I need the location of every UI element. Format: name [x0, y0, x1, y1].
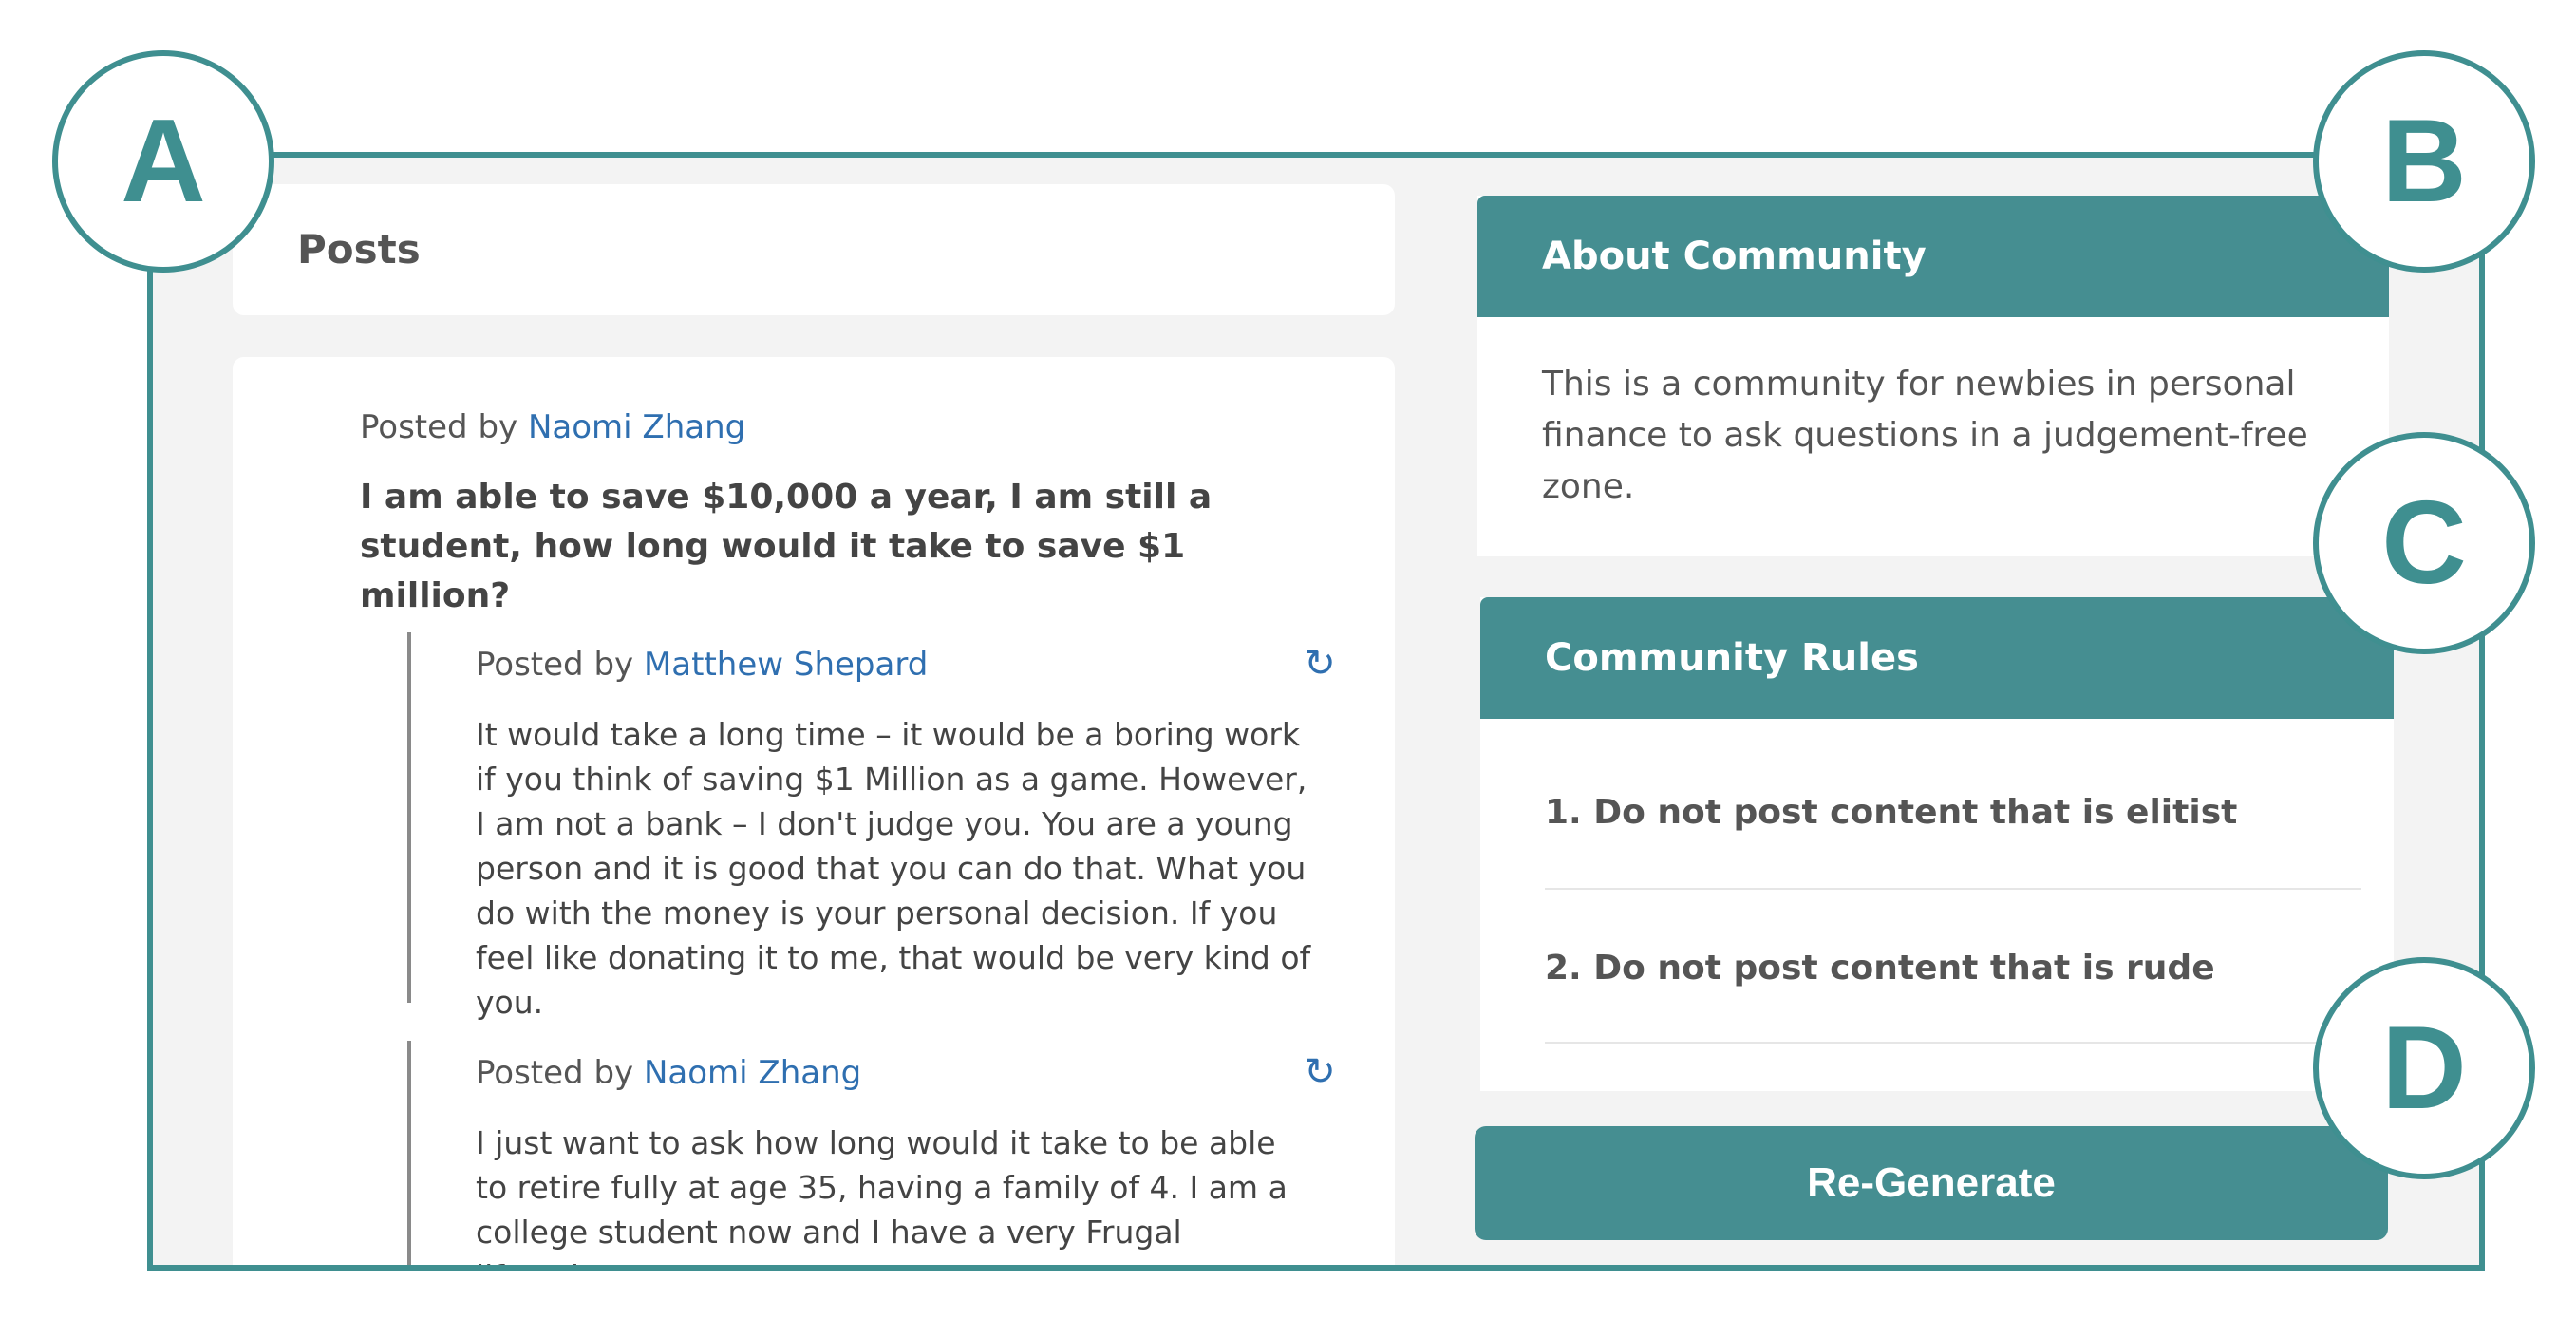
regenerate-button[interactable]: Re-Generate: [1475, 1126, 2388, 1240]
about-community-title: About Community: [1477, 196, 2389, 317]
community-rules-panel: Community Rules 1. Do not post content t…: [1480, 597, 2394, 1091]
posts-title: Posts: [297, 226, 421, 273]
post-author-link[interactable]: Naomi Zhang: [528, 408, 745, 446]
refresh-icon[interactable]: ↻: [1298, 642, 1342, 686]
byline-prefix: Posted by: [476, 1054, 634, 1092]
about-community-description: This is a community for newbies in perso…: [1542, 365, 2308, 506]
refresh-icon[interactable]: ↻: [1298, 1050, 1342, 1094]
posts-header: Posts: [233, 184, 1395, 315]
about-community-panel: About Community This is a community for …: [1477, 196, 2389, 556]
post-title: I am able to save $10,000 a year, I am s…: [360, 478, 1213, 615]
label-badge-b: B: [2313, 50, 2535, 273]
rule-divider: [1545, 1042, 2361, 1044]
comment: Posted by Matthew Shepard ↻ It would tak…: [407, 632, 1361, 1021]
community-rules-title: Community Rules: [1480, 597, 2394, 719]
byline-prefix: Posted by: [476, 646, 634, 684]
label-badge-d: D: [2313, 957, 2535, 1179]
rule-item: 1. Do not post content that is elitist: [1545, 793, 2238, 832]
comment-author-link[interactable]: Naomi Zhang: [644, 1054, 861, 1092]
comment-byline: Posted by Matthew Shepard: [476, 646, 928, 684]
label-badge-a: A: [52, 50, 274, 273]
comment-byline: Posted by Naomi Zhang: [476, 1054, 861, 1092]
comment-text: I just want to ask how long would it tak…: [476, 1124, 1288, 1265]
app-frame: Posts Posted by Naomi Zhang I am able to…: [147, 152, 2485, 1271]
label-badge-c: C: [2313, 432, 2535, 654]
post-card: Posted by Naomi Zhang I am able to save …: [233, 357, 1395, 1265]
rule-divider: [1545, 888, 2361, 890]
comment-text: It would take a long time – it would be …: [476, 716, 1311, 1021]
comment: Posted by Naomi Zhang ↻ I just want to a…: [407, 1041, 1361, 1265]
rule-item: 2. Do not post content that is rude: [1545, 949, 2215, 988]
comment-author-link[interactable]: Matthew Shepard: [644, 646, 928, 684]
post-byline: Posted by Naomi Zhang: [360, 408, 745, 446]
byline-prefix: Posted by: [360, 408, 518, 446]
